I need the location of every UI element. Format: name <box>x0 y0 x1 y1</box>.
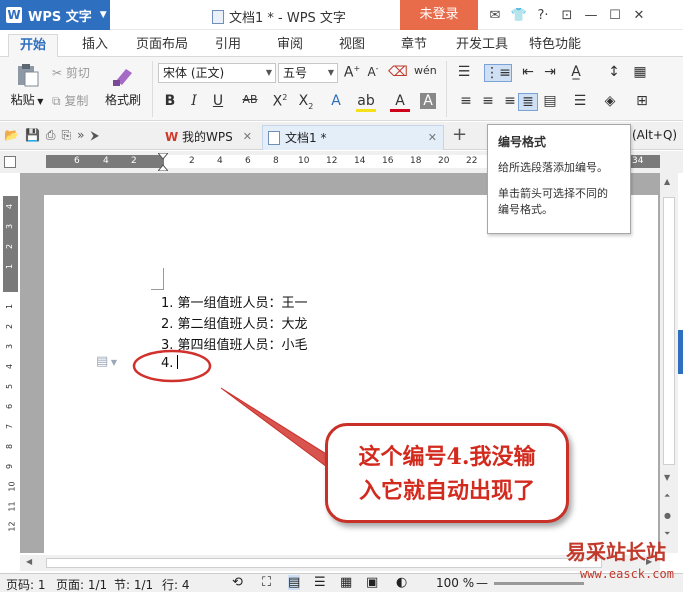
scroll-down-icon[interactable]: ▼ <box>664 473 670 482</box>
vertical-scrollbar[interactable]: ▲ ▼ ⏶ ● ⏷ <box>660 173 678 553</box>
tooltip-line1: 给所选段落添加编号。 <box>498 161 608 174</box>
scroll-thumb[interactable] <box>46 558 602 568</box>
history-icon[interactable]: ⟲ <box>232 575 243 590</box>
side-panel-tab[interactable] <box>678 330 683 374</box>
scroll-thumb[interactable] <box>663 197 675 465</box>
tooltip-line2: 单击箭头可选择不同的 <box>498 187 608 200</box>
status-page: 页码: 1 <box>6 578 46 592</box>
tooltip-line3: 编号格式。 <box>498 203 553 216</box>
watermark-url: www.easck.com <box>580 567 674 581</box>
numbering-tooltip: 编号格式 给所选段落添加编号。 单击箭头可选择不同的 编号格式。 <box>487 124 631 234</box>
outline-view-icon[interactable]: ☰ <box>314 575 326 590</box>
read-mode-icon[interactable]: ▣ <box>366 575 378 590</box>
scroll-up-icon[interactable]: ▲ <box>664 177 670 186</box>
horizontal-scrollbar[interactable]: ◀ ▶ <box>20 555 660 571</box>
callout-line1: 这个编号4.我没输 <box>358 444 536 470</box>
fullscreen-icon[interactable]: ⛶ <box>262 575 271 590</box>
watermark-logo: 易采站长站 <box>566 540 666 564</box>
highlight-ellipse <box>132 349 212 383</box>
eye-protect-icon[interactable]: ◐ <box>396 575 407 590</box>
callout-box: 这个编号4.我没输 入它就自动出现了 <box>325 423 569 523</box>
select-browse-icon[interactable]: ● <box>664 511 671 520</box>
callout-line2: 入它就自动出现了 <box>358 478 535 504</box>
prev-page-icon[interactable]: ⏶ <box>664 491 670 501</box>
page-view-icon[interactable]: ▤ <box>288 575 301 590</box>
callout-pointer <box>220 387 332 468</box>
zoom-level: 100 % <box>436 576 475 590</box>
status-section: 节: 1/1 <box>114 578 154 592</box>
zoom-out-icon[interactable]: — <box>476 576 488 590</box>
web-view-icon[interactable]: ▦ <box>340 575 352 590</box>
status-line: 行: 4 <box>162 578 190 592</box>
scroll-left-icon[interactable]: ◀ <box>26 557 32 566</box>
tooltip-title: 编号格式 <box>498 135 547 149</box>
zoom-slider[interactable] <box>494 582 584 585</box>
status-pages: 页面: 1/1 <box>56 578 108 592</box>
